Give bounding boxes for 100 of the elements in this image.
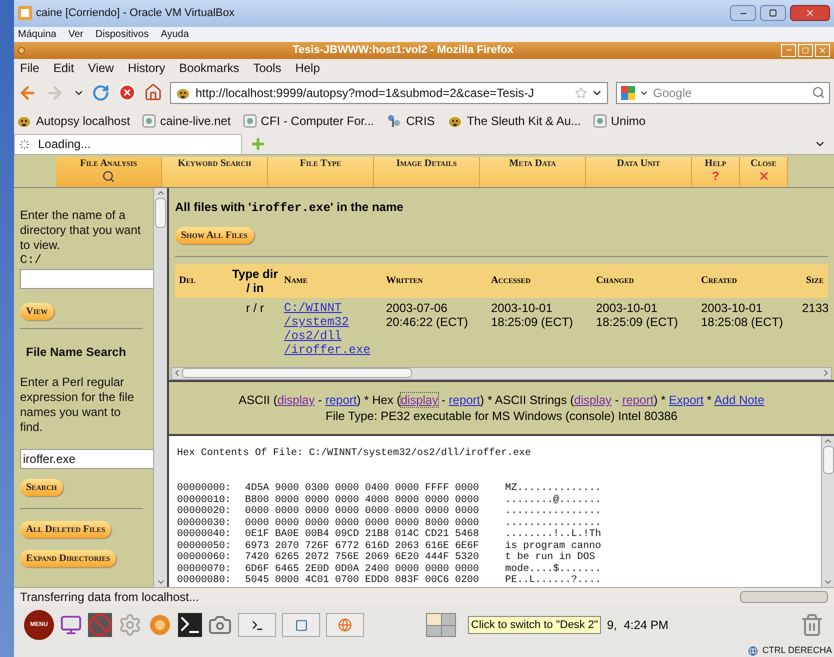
toolbar-tab[interactable]: Meta Data [480,156,586,187]
menu-item[interactable]: Máquina [18,26,56,42]
terminal-icon[interactable] [178,613,202,637]
directory-field[interactable] [20,268,155,289]
maximize-icon [802,46,809,54]
ascii-text: MZ.............. [505,483,602,494]
network-icon [748,646,758,656]
column-header: Del [178,274,197,288]
clock: 9, 4:24 PM [607,617,668,634]
toolbar-tab[interactable]: File Type [268,156,374,187]
scrollbar-thumb[interactable] [155,198,166,228]
window-title: caine [Corriendo] - Oracle VM VirtualBox [36,6,234,22]
search-icon[interactable] [812,86,825,100]
hex-offset: 00000020: [177,506,232,518]
action-button[interactable]: Expand Directories [20,550,116,567]
horizontal-scrollbar[interactable] [171,366,832,380]
bookmark-link[interactable]: CRIS [406,112,435,130]
column-header: Changed [595,274,635,288]
action-button[interactable]: All Deleted Files [20,520,112,538]
instruction-text: Enter the name of a directory that you want to view. [20,208,142,253]
home-icon[interactable] [144,83,162,102]
browser-tab[interactable]: Loading... [14,134,242,154]
toolbar-tab[interactable]: Keyword Search [162,156,268,187]
search-button[interactable]: Search [20,478,63,496]
menu-item[interactable]: Dispositivos [95,26,149,42]
menu-item[interactable]: Ayuda [160,26,189,42]
close-icon [758,170,770,182]
status-text: Transferring data from localhost... [20,588,200,606]
table-cell-text: 2003-10-01 18:25:08 (ECT) [700,300,784,329]
show-all-files-button[interactable]: Show All Files [175,226,254,244]
app-icon [18,6,32,20]
host-key-label: CTRL DERECHA [762,644,832,657]
camera-icon[interactable] [208,613,232,637]
menu-item[interactable]: History [128,59,166,78]
toolbar-tab[interactable]: Image Details [374,156,480,187]
toolbar-tab[interactable]: File Analysis [56,156,162,187]
view-link[interactable]: display [277,392,315,407]
scrollbar-thumb[interactable] [182,368,412,378]
bookmark-link[interactable]: The Sleuth Kit & Au... [466,112,581,130]
ascii-text: ........@....... [505,494,602,506]
bookmark-link[interactable]: Autopsy localhost [36,112,130,130]
ascii-text: ........!..L.!Th [505,529,602,540]
view-options: ASCII (display - report) * Hex (display - report) * ASCII Strings (display - report) * Export * Add Note [238,392,764,408]
menu-item[interactable]: Tools [253,59,282,78]
toolbar-tab[interactable]: Data Unit [586,156,692,187]
bookmark-star-icon[interactable] [574,86,587,99]
new-tab-icon[interactable] [250,136,266,152]
bookmark-link[interactable]: CFI - Computer For... [260,112,374,130]
address-field[interactable]: http://localhost:9999/autopsy?mod=1&submod=2&case=Tesis-J [170,82,608,104]
hex-offset: 00000000: [177,483,232,495]
toolbar-tab[interactable]: Help ? [692,156,740,187]
scrollbar-thumb[interactable] [822,446,834,474]
bookmark-link[interactable]: caine-live.net [160,112,231,130]
taskbar-window-button[interactable] [326,613,364,637]
menu-item[interactable]: Bookmarks [179,59,240,78]
bookmark-link[interactable]: Unimo [610,112,646,130]
hex-bytes: B800 0000 0000 0000 4000 0000 0000 0000 [245,494,480,506]
menu-item[interactable]: File [20,59,40,78]
loading-icon [19,138,30,150]
menu-item[interactable]: Edit [53,59,74,78]
hex-bytes: 0000 0000 0000 0000 0000 0000 0000 0000 [245,506,480,518]
view-link[interactable]: display [574,392,612,407]
view-link[interactable]: report [448,392,480,407]
view-button[interactable]: View [20,302,54,320]
reload-icon[interactable] [92,84,110,102]
gear-icon[interactable] [118,613,142,637]
taskbar-window-button[interactable] [238,613,276,637]
maximize-icon [769,9,777,18]
file-path-link[interactable]: C:/WINNT /system32 /os2/dll /iroffer.exe [280,300,382,357]
view-link[interactable]: report [622,392,654,407]
vertical-scrollbar[interactable] [821,436,834,587]
view-link[interactable]: Export [668,392,704,407]
terminal-icon [250,618,264,632]
filename-field[interactable]: iroffer.exe [20,448,155,469]
desktop-switcher[interactable] [426,613,456,637]
search-input[interactable]: Google [652,84,808,102]
hex-offset: 00000080: [177,575,232,587]
view-link[interactable]: report [325,392,357,407]
toolbar-tab[interactable]: Close [740,156,788,187]
hex-offset: 00000060: [177,552,232,564]
view-link[interactable]: display [400,392,438,407]
menu-item[interactable]: Help [295,59,320,78]
column-header: Accessed [490,274,532,288]
maximize-button[interactable] [760,5,786,22]
stop-icon[interactable] [118,83,136,102]
hex-offset: 00000070: [177,564,232,575]
search-field[interactable]: Google [616,82,830,104]
hex-bytes: 5045 0000 4C01 0700 EDD0 083F 00C6 0200 [245,575,480,587]
vertical-scrollbar[interactable] [153,188,167,587]
menu-item[interactable]: View [88,59,114,78]
ascii-text: ................ [505,518,602,529]
view-link[interactable]: Add Note [714,392,764,407]
trash-icon[interactable] [800,613,824,637]
menu-item[interactable]: Ver [68,26,84,42]
taskbar-window-button[interactable] [282,613,320,637]
network-icon [386,113,402,130]
page-icon [242,114,257,128]
hex-offset: 00000010: [177,494,232,506]
hex-offset: 00000030: [177,518,232,529]
close-button[interactable] [790,5,830,22]
